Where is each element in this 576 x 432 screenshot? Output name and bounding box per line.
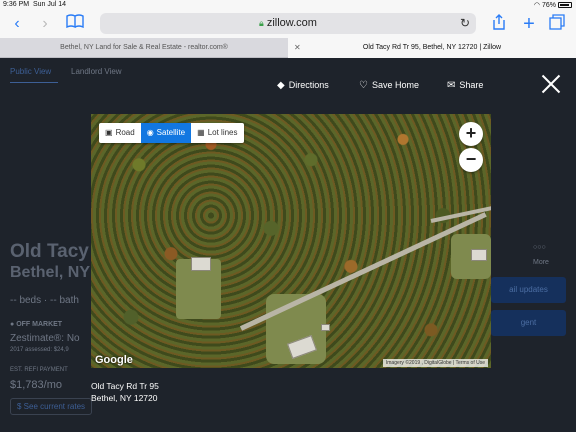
tab-bar: Bethel, NY Land for Sale & Real Estate -… [0, 38, 576, 58]
map-type-road[interactable]: ▣ Road [99, 123, 141, 143]
map-building [321, 324, 330, 331]
tabs-overview-icon[interactable] [546, 14, 568, 34]
get-updates-button[interactable]: ail updates [491, 277, 566, 303]
tab-landlord-view[interactable]: Landlord View [71, 67, 122, 76]
directions-icon: ◆ [277, 80, 285, 91]
forward-icon[interactable]: › [34, 14, 56, 34]
share-button[interactable]: ✉ Share [447, 78, 483, 92]
zestimate: Zestimate®: No [10, 333, 80, 344]
off-market-status: ● OFF MARKET [10, 321, 63, 328]
beds-baths: -- beds · -- bath [10, 295, 79, 306]
more-label[interactable]: More [533, 259, 549, 266]
save-home-button[interactable]: ♡ Save Home [359, 78, 419, 92]
url-text: zillow.com [266, 17, 317, 29]
wifi-icon: ◠ [533, 2, 541, 9]
contact-agent-button[interactable]: gent [491, 310, 566, 336]
back-icon[interactable]: ‹ [6, 14, 28, 34]
lot-lines-icon: ▦ [197, 128, 205, 137]
status-time: 9:36 PM [3, 1, 30, 8]
zoom-in-button[interactable]: + [459, 122, 483, 146]
active-tab-underline [10, 82, 58, 83]
caption-address: Old Tacy Rd Tr 95 [91, 381, 159, 391]
close-icon[interactable] [540, 73, 562, 95]
see-rates-button[interactable]: $ See current rates [10, 398, 93, 415]
google-logo: Google [95, 354, 133, 366]
battery-percent: 76% [541, 2, 556, 9]
bookmarks-icon[interactable] [64, 14, 86, 34]
status-date: Sun Jul 14 [32, 1, 67, 8]
lock-icon: 🔒︎ [259, 18, 264, 28]
browser-toolbar: ‹ › 🔒︎ zillow.com ↻ + [0, 10, 576, 38]
tab-zillow[interactable]: ✕ Old Tacy Rd Tr 95, Bethel, NY 12720 | … [288, 38, 576, 58]
tab-realtor[interactable]: Bethel, NY Land for Sale & Real Estate -… [0, 38, 288, 58]
map-type-selector: ▣ Road ◉ Satellite ▦ Lot lines [99, 123, 244, 143]
map-attribution: Imagery ©2019 , DigitalGlobe | Terms of … [382, 359, 488, 367]
assessed-value: 2017 assessed: $24,9 [10, 347, 69, 353]
heart-icon: ♡ [359, 80, 368, 91]
battery-icon [558, 2, 572, 8]
more-dots-icon[interactable]: ○○○ [533, 244, 546, 251]
map-building [471, 249, 487, 261]
map-building [191, 257, 211, 271]
directions-button[interactable]: ◆ Directions [277, 78, 329, 92]
tab-public-view[interactable]: Public View [10, 67, 51, 76]
map-type-satellite[interactable]: ◉ Satellite [140, 123, 192, 143]
caption-city: Bethel, NY 12720 [91, 393, 158, 403]
listing-city: Bethel, NY [10, 264, 91, 281]
map-type-lot-lines[interactable]: ▦ Lot lines [191, 123, 244, 143]
new-tab-icon[interactable]: + [518, 14, 540, 34]
listing-title: Old Tacy [10, 241, 89, 262]
status-bar: 9:36 PM Sun Jul 14 ◠ 76% [0, 0, 576, 10]
map-road [239, 212, 487, 331]
eye-icon: ◉ [146, 128, 154, 137]
refi-label: EST. REFI PAYMENT [10, 367, 68, 373]
address-bar[interactable]: 🔒︎ zillow.com ↻ [100, 13, 476, 34]
reload-icon[interactable]: ↻ [460, 13, 470, 34]
share-icon[interactable] [488, 14, 510, 34]
tab-label: Bethel, NY Land for Sale & Real Estate -… [60, 44, 228, 51]
map-caption: Old Tacy Rd Tr 95 Bethel, NY 12720 [91, 380, 159, 404]
car-icon: ▣ [105, 128, 113, 137]
tab-label: Old Tacy Rd Tr 95, Bethel, NY 12720 | Zi… [362, 44, 502, 51]
satellite-map[interactable]: ▣ Road ◉ Satellite ▦ Lot lines + − Google I… [91, 114, 491, 368]
terms-of-use-link[interactable]: Terms of Use [456, 360, 485, 366]
zoom-out-button[interactable]: − [459, 148, 483, 172]
close-tab-icon[interactable]: ✕ [294, 38, 301, 58]
refi-value: $1,783/mo [10, 379, 62, 391]
mail-icon: ✉ [447, 80, 456, 91]
